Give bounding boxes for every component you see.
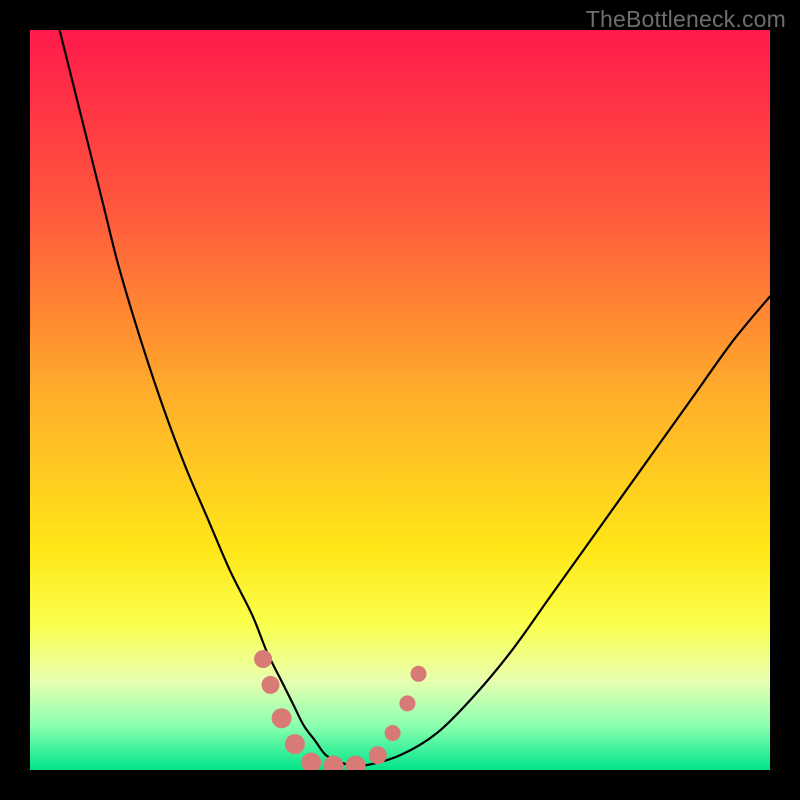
highlight-dot [254,650,272,668]
highlight-dot [369,746,387,764]
highlight-dot [272,708,292,728]
highlight-dot [346,756,366,770]
highlight-dot [411,666,427,682]
curve-layer [30,30,770,770]
bottleneck-curve [60,30,770,766]
highlight-dot [385,725,401,741]
highlight-dot [285,734,305,754]
chart-frame: TheBottleneck.com [0,0,800,800]
highlight-dot [262,676,280,694]
highlight-dot [301,753,321,770]
watermark-text: TheBottleneck.com [586,6,786,33]
highlight-dots [254,650,426,770]
highlight-dot [323,756,343,770]
plot-area [30,30,770,770]
highlight-dot [399,695,415,711]
